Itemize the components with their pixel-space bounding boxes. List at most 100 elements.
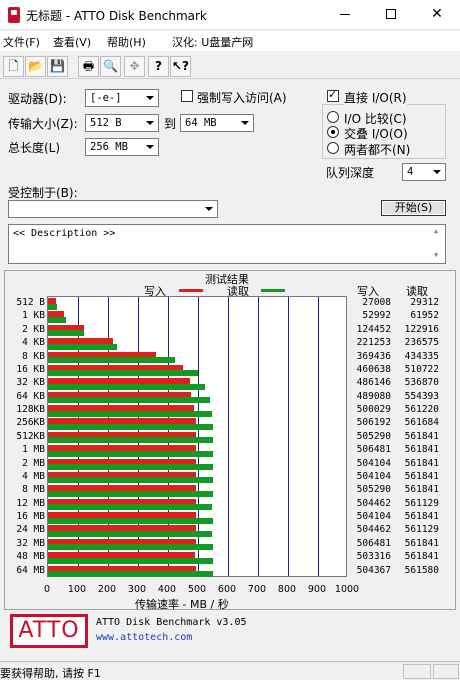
- force-write-checkbox[interactable]: [181, 90, 193, 102]
- read-bar: [48, 490, 213, 497]
- legend-read-swatch: [261, 289, 285, 292]
- transfer-size-label: 传输大小(Z):: [8, 117, 78, 131]
- gridline: [258, 297, 259, 576]
- read-value: 29312: [410, 297, 439, 308]
- scroll-up-icon[interactable]: ▲: [434, 227, 438, 235]
- read-value: 561841: [404, 484, 439, 496]
- drive-select[interactable]: [-e-]: [85, 89, 159, 107]
- direct-io-label: 直接 I/O(R): [344, 89, 407, 106]
- read-bar: [48, 383, 206, 390]
- chevron-down-icon: [429, 164, 445, 180]
- save-icon[interactable]: 💾: [47, 56, 68, 77]
- read-value: 561841: [404, 430, 439, 442]
- menu-view[interactable]: 查看(V): [53, 34, 91, 50]
- description-field[interactable]: << Description >> ▲ ▼: [8, 224, 446, 264]
- read-value: 236575: [404, 337, 439, 349]
- write-value: 504104: [356, 511, 391, 523]
- write-value: 124452: [356, 323, 391, 335]
- new-icon[interactable]: 🗋: [3, 56, 24, 77]
- help-icon[interactable]: ?: [148, 56, 169, 77]
- force-write-label: 强制写入访问(A): [197, 91, 287, 105]
- total-length-select[interactable]: 256 MB: [85, 138, 159, 156]
- y-tick-label: 2 KB: [22, 323, 45, 335]
- move-icon[interactable]: ✥: [124, 56, 145, 77]
- version-text: ATTO Disk Benchmark v3.05: [96, 617, 247, 628]
- read-value: 510722: [404, 363, 439, 375]
- read-bar: [48, 557, 213, 564]
- write-value: 504104: [356, 470, 391, 482]
- scroll-down-icon[interactable]: ▼: [434, 251, 438, 259]
- y-tick-label: 1 KB: [22, 310, 45, 322]
- x-tick-label: 1000: [334, 584, 360, 595]
- chevron-down-icon: [142, 90, 158, 106]
- read-value: 561580: [404, 564, 439, 576]
- controlled-by-select[interactable]: [8, 200, 218, 218]
- read-bar: [48, 397, 211, 404]
- neither-label: 两者都不(N): [344, 143, 411, 157]
- close-button[interactable]: ✕: [414, 0, 460, 30]
- status-text: 要获得帮助, 请按 F1: [0, 667, 101, 680]
- read-bar: [48, 544, 213, 551]
- x-tick-label: 500: [187, 584, 207, 595]
- gridline: [288, 297, 289, 576]
- x-tick-label: 700: [247, 584, 267, 595]
- read-bar: [48, 303, 57, 310]
- write-value: 505290: [356, 430, 391, 442]
- drive-label: 驱动器(D):: [8, 92, 67, 106]
- gridline: [318, 297, 319, 576]
- x-tick-label: 0: [43, 584, 51, 595]
- transfer-from-select[interactable]: 512 B: [85, 114, 159, 132]
- description-scrollbar[interactable]: ▲ ▼: [431, 225, 445, 263]
- read-value: 434335: [404, 350, 439, 362]
- menu-file[interactable]: 文件(F): [3, 34, 40, 50]
- y-tick-label: 16 KB: [16, 363, 45, 375]
- gridline: [228, 297, 229, 576]
- read-value: 61952: [410, 310, 439, 322]
- minimize-button[interactable]: [322, 0, 368, 30]
- read-value: 561841: [404, 457, 439, 469]
- total-length-label: 总长度(L): [8, 141, 61, 155]
- controlled-by-label: 受控制于(B):: [8, 186, 78, 200]
- write-value: 27008: [362, 297, 391, 308]
- write-value: 505290: [356, 484, 391, 496]
- print-preview-icon[interactable]: 🔍: [100, 56, 121, 77]
- y-tick-label: 8 KB: [22, 350, 45, 362]
- read-value: 122916: [404, 323, 439, 335]
- chevron-down-icon: [237, 115, 253, 131]
- y-tick-label: 32 MB: [16, 537, 45, 549]
- read-bar: [48, 357, 176, 364]
- y-tick-label: 64 KB: [16, 390, 45, 402]
- maximize-button[interactable]: [368, 0, 414, 30]
- x-tick-label: 200: [97, 584, 117, 595]
- queue-depth-label: 队列深度: [326, 166, 375, 180]
- window-title: 无标题 - ATTO Disk Benchmark: [26, 9, 207, 23]
- transfer-to-select[interactable]: 64 MB: [180, 114, 254, 132]
- write-value: 52992: [362, 310, 391, 322]
- y-tick-label: 1 MB: [22, 444, 45, 456]
- x-tick-label: 300: [127, 584, 147, 595]
- y-tick-label: 32 KB: [16, 377, 45, 389]
- status-panel-1: [403, 664, 431, 679]
- start-button[interactable]: 开始(S): [381, 200, 446, 216]
- neither-radio[interactable]: [327, 142, 339, 154]
- read-bar: [48, 477, 213, 484]
- y-tick-label: 64 MB: [16, 564, 45, 576]
- menu-localization[interactable]: 汉化: U盘量产网: [172, 34, 253, 50]
- website-link[interactable]: www.attotech.com: [96, 632, 192, 643]
- read-bar: [48, 437, 213, 444]
- open-icon[interactable]: 📂: [25, 56, 46, 77]
- x-tick-label: 400: [157, 584, 177, 595]
- write-value: 506481: [356, 444, 391, 456]
- menu-help[interactable]: 帮助(H): [107, 34, 146, 50]
- direct-io-checkbox[interactable]: [327, 88, 339, 102]
- overlap-io-radio[interactable]: [327, 126, 339, 138]
- write-value: 503316: [356, 551, 391, 563]
- print-icon[interactable]: 🖶: [78, 56, 99, 77]
- read-bar: [48, 530, 213, 537]
- io-compare-radio[interactable]: [327, 111, 339, 123]
- read-value: 561841: [404, 537, 439, 549]
- queue-depth-select[interactable]: 4: [402, 163, 446, 181]
- status-panel-2: [433, 664, 459, 679]
- x-tick-label: 100: [67, 584, 87, 595]
- context-help-icon[interactable]: ↖?: [170, 56, 191, 77]
